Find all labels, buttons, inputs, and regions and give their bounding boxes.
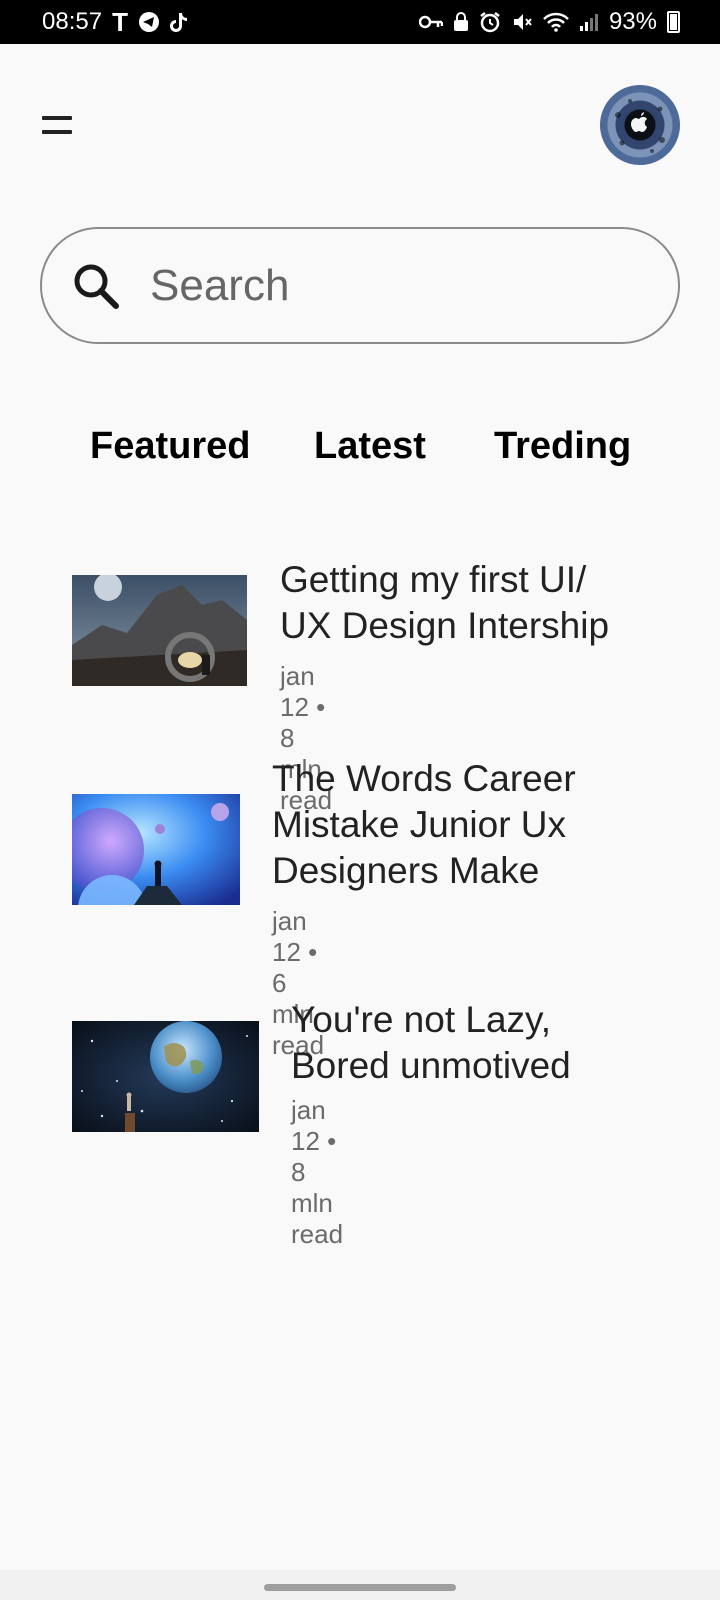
status-time: 08:57	[42, 8, 103, 35]
status-right: 93%	[418, 8, 680, 36]
app-header	[0, 44, 720, 204]
article-title-line: UX Design Intership	[280, 605, 610, 646]
article-title: Getting my first UI/ UX Design Intership	[280, 557, 680, 649]
telegram-icon	[138, 11, 160, 33]
article-title-line: Getting my first UI/	[280, 559, 587, 600]
article-title-line: Designers Make	[272, 850, 540, 891]
apple-logo-icon	[615, 99, 665, 153]
search-input[interactable]	[150, 260, 650, 311]
article-thumbnail	[72, 575, 247, 686]
article-meta: jan 12 • 8 mln read	[291, 1095, 344, 1249]
search-icon	[74, 264, 119, 309]
article-title-line: Mistake Junior Ux	[272, 804, 567, 845]
avatar[interactable]	[600, 85, 680, 165]
signal-icon	[579, 12, 599, 32]
tab-latest[interactable]: Latest	[314, 425, 426, 468]
wifi-icon	[543, 12, 569, 32]
tab-featured[interactable]: Featured	[90, 425, 250, 468]
alarm-icon	[479, 11, 501, 33]
category-tabs: Featured Latest Treding	[0, 425, 720, 481]
menu-icon-bar	[42, 130, 72, 134]
tiktok-icon	[169, 11, 190, 33]
article-title-line: The Words Career	[272, 758, 576, 799]
t-app-icon: T	[112, 7, 128, 37]
home-indicator[interactable]	[264, 1584, 456, 1591]
status-left: 08:57 T	[42, 8, 190, 36]
menu-icon-bar	[42, 116, 72, 120]
navigation-bar	[0, 1570, 720, 1600]
status-bar: 08:57 T 93%	[0, 0, 720, 44]
article-title-line: You're not Lazy,	[291, 999, 552, 1040]
mute-icon	[511, 11, 533, 33]
vpn-key-icon	[418, 15, 443, 29]
lock-icon	[453, 12, 469, 32]
battery-icon	[667, 11, 680, 33]
article-title-line: Bored unmotived	[291, 1045, 571, 1086]
tab-treding[interactable]: Treding	[494, 425, 631, 468]
battery-percent: 93%	[608, 8, 657, 35]
menu-button[interactable]	[40, 112, 80, 142]
article-title: You're not Lazy, Bored unmotived	[291, 997, 691, 1089]
article-thumbnail	[72, 794, 240, 905]
article-title: The Words Career Mistake Junior Ux Desig…	[272, 756, 682, 894]
article-thumbnail	[72, 1021, 259, 1132]
search-bar[interactable]	[40, 227, 680, 344]
